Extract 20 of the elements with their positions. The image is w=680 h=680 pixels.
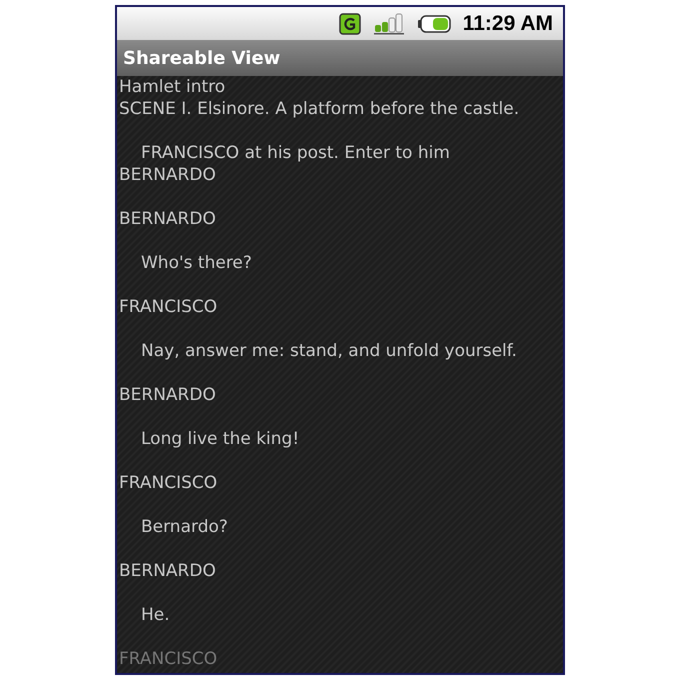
dialogue-line: Nay, answer me: stand, and unfold yourself. — [140, 340, 518, 362]
dialogue-line: Long live the king! — [140, 428, 300, 450]
document-title: Hamlet intro — [118, 76, 226, 98]
speaker-name: FRANCISCO — [118, 296, 218, 318]
network-g-icon — [338, 12, 361, 34]
dialogue-line: Bernardo? — [140, 516, 229, 538]
dialogue-line: He. — [140, 604, 171, 626]
speaker-name: FRANCISCO — [118, 472, 218, 494]
stage-direction: FRANCISCO at his post. Enter to him — [140, 142, 451, 164]
battery-icon — [416, 14, 451, 34]
speaker-name: BERNARDO — [118, 384, 217, 406]
character-name: BERNARDO — [118, 164, 217, 186]
app-title: Shareable View — [123, 46, 280, 70]
clock: 11:29 AM — [462, 10, 553, 37]
speaker-name: BERNARDO — [118, 560, 217, 582]
speaker-name: BERNARDO — [118, 208, 217, 230]
speaker-name: FRANCISCO — [118, 648, 218, 670]
scene-heading: SCENE I. Elsinore. A platform before the castle. — [118, 98, 520, 120]
signal-icon — [372, 12, 405, 34]
dialogue-line: Who's there? — [140, 252, 253, 274]
